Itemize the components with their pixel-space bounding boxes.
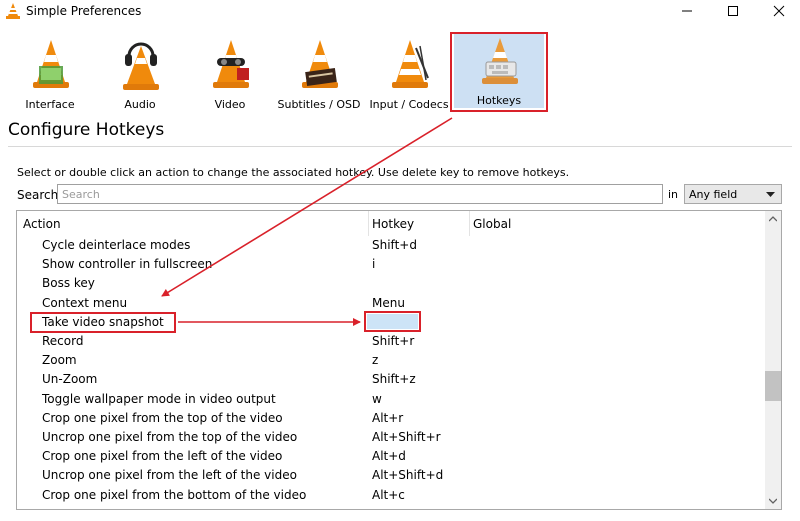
tab-interface[interactable]: Interface xyxy=(5,32,95,114)
table-row[interactable]: Context menu Menu xyxy=(17,294,765,313)
table-row[interactable]: Un-Zoom Shift+z xyxy=(17,370,765,389)
field-select-value: Any field xyxy=(689,188,738,201)
table-header: Action Hotkey Global xyxy=(17,211,765,236)
page-title: Configure Hotkeys xyxy=(8,120,165,140)
in-label: in xyxy=(668,188,679,201)
hotkey-cell: Shift+r xyxy=(372,334,415,348)
action-cell: Un-Zoom xyxy=(42,372,98,387)
table-row[interactable]: Crop one pixel from the left of the vide… xyxy=(17,447,765,466)
hotkey-cell: Shift+d xyxy=(372,238,417,252)
tab-label: Video xyxy=(214,98,246,111)
scroll-thumb[interactable] xyxy=(765,371,781,401)
maximize-icon xyxy=(728,6,738,16)
vlc-cone-icon xyxy=(6,3,20,19)
tab-hotkeys[interactable]: Hotkeys xyxy=(454,32,544,108)
scroll-up-button[interactable] xyxy=(765,211,781,227)
divider xyxy=(8,146,792,147)
table-row[interactable]: Boss key xyxy=(17,274,765,293)
hotkey-cell: Menu xyxy=(372,295,405,310)
preferences-window: Simple Preferences Interface Audio Video… xyxy=(0,0,800,521)
close-icon xyxy=(773,5,785,17)
video-icon xyxy=(213,40,249,88)
maximize-button[interactable] xyxy=(710,0,756,22)
column-separator[interactable] xyxy=(368,211,369,236)
hotkey-cell: Alt+d xyxy=(372,449,406,464)
action-cell: Context menu xyxy=(42,295,128,310)
column-separator[interactable] xyxy=(469,211,470,236)
tab-video[interactable]: Video xyxy=(185,32,275,114)
title-bar: Simple Preferences xyxy=(0,0,800,22)
table-row[interactable]: Crop one pixel from the top of the video… xyxy=(17,409,765,428)
chevron-down-icon xyxy=(766,192,775,197)
tab-label: Interface xyxy=(25,98,75,111)
hotkeys-icon xyxy=(482,38,518,84)
table-row[interactable]: Uncrop one pixel from the left of the vi… xyxy=(17,466,765,485)
tab-audio[interactable]: Audio xyxy=(95,32,185,114)
hotkey-cell: Alt+Shift+r xyxy=(372,430,441,444)
minimize-button[interactable] xyxy=(664,0,710,22)
action-cell: Uncrop one pixel from the left of the vi… xyxy=(42,468,297,483)
action-cell: Toggle wallpaper mode in video output xyxy=(42,391,276,406)
action-cell: Crop one pixel from the bottom of the vi… xyxy=(42,487,307,502)
close-button[interactable] xyxy=(756,0,800,22)
hotkey-cell: z xyxy=(372,353,379,368)
table-row[interactable]: Toggle wallpaper mode in video output w xyxy=(17,390,765,409)
scroll-down-button[interactable] xyxy=(765,493,781,509)
hotkey-cell: i xyxy=(372,257,376,272)
input-codecs-icon xyxy=(392,40,429,88)
action-cell: Uncrop one pixel from the top of the vid… xyxy=(42,430,298,444)
action-highlight-box xyxy=(30,312,176,333)
action-cell: Show controller in fullscreen xyxy=(42,257,213,272)
search-input[interactable] xyxy=(57,184,663,204)
table-row[interactable]: Cycle deinterlace modes Shift+d xyxy=(17,236,765,255)
action-cell: Cycle deinterlace modes xyxy=(42,238,191,252)
hotkey-cell: Alt+r xyxy=(372,410,404,425)
vertical-scrollbar[interactable] xyxy=(765,211,781,509)
column-header-global[interactable]: Global xyxy=(473,217,511,231)
action-cell: Boss key xyxy=(42,276,95,291)
hotkey-cell: Alt+Shift+d xyxy=(372,468,444,483)
hotkey-cell: Alt+c xyxy=(372,487,405,502)
hotkey-cell: w xyxy=(372,391,382,406)
subtitles-icon xyxy=(302,40,338,88)
hotkey-highlight-box xyxy=(364,311,421,332)
action-cell: Crop one pixel from the top of the video xyxy=(42,410,283,425)
table-row[interactable]: Uncrop one pixel from the top of the vid… xyxy=(17,428,765,447)
table-row[interactable]: Zoom z xyxy=(17,351,765,370)
chevron-down-icon xyxy=(769,498,777,504)
search-label: Search xyxy=(17,188,59,202)
action-cell: Crop one pixel from the left of the vide… xyxy=(42,449,283,464)
column-header-action[interactable]: Action xyxy=(23,217,61,231)
column-header-hotkey[interactable]: Hotkey xyxy=(372,217,414,231)
audio-icon xyxy=(123,42,159,90)
interface-icon xyxy=(33,40,69,88)
tab-label: Audio xyxy=(124,98,156,111)
tab-label: Hotkeys xyxy=(476,94,522,107)
action-cell: Zoom xyxy=(42,353,77,368)
category-toolbar: Interface Audio Video Subtitles / OSD In… xyxy=(0,24,800,116)
tab-input-codecs[interactable]: Input / Codecs xyxy=(364,32,454,114)
tab-label: Input / Codecs xyxy=(369,98,449,111)
tab-label: Subtitles / OSD xyxy=(277,98,361,111)
window-title: Simple Preferences xyxy=(26,4,142,18)
table-row[interactable]: Show controller in fullscreen i xyxy=(17,255,765,274)
hotkeys-table[interactable]: Action Hotkey Global Cycle deinterlace m… xyxy=(16,210,782,510)
table-row[interactable]: Record Shift+r xyxy=(17,332,765,351)
minimize-icon xyxy=(682,10,692,12)
action-cell: Record xyxy=(42,334,84,348)
instructions-text: Select or double click an action to chan… xyxy=(17,166,570,179)
hotkey-cell: Shift+z xyxy=(372,372,416,387)
chevron-up-icon xyxy=(769,216,777,222)
field-select[interactable]: Any field xyxy=(684,184,782,204)
tab-subtitles-osd[interactable]: Subtitles / OSD xyxy=(274,32,364,114)
table-row[interactable]: Crop one pixel from the bottom of the vi… xyxy=(17,486,765,505)
